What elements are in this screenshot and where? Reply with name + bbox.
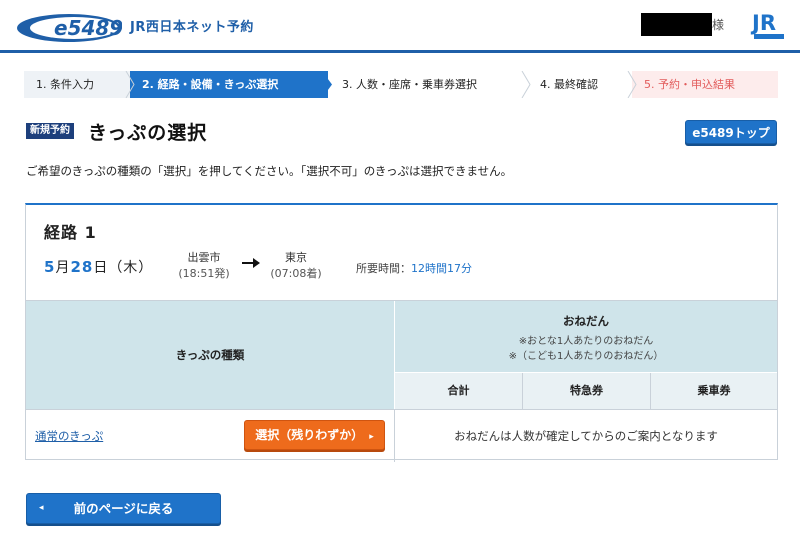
express-ticket-header: 特急券 xyxy=(523,373,651,409)
step-separator-icon xyxy=(627,71,637,98)
month: 5 xyxy=(44,258,56,276)
total-header: 合計 xyxy=(395,373,523,409)
step-label: 2. 経路・設備・きっぷ選択 xyxy=(142,78,279,91)
select-ticket-button[interactable]: 選択（残りわずか） ▸ xyxy=(244,420,385,450)
day: 28 xyxy=(70,258,94,276)
step-label: 5. 予約・申込結果 xyxy=(644,78,735,91)
day-unit: 日 xyxy=(93,260,109,276)
route-title: 経路 1 xyxy=(44,223,97,242)
arrival-station-name: 東京 xyxy=(285,251,307,264)
step-1: 1. 条件入力 xyxy=(24,71,135,98)
user-name-redacted xyxy=(641,13,712,36)
step-label: 4. 最終確認 xyxy=(540,78,598,91)
price-note-child: ※（こども1人あたりのおねだん） xyxy=(508,351,664,362)
site-header: e5489 JR西日本ネット予約 様 JR xyxy=(0,0,800,53)
price-message: おねだんは人数が確定してからのご案内となります xyxy=(454,429,718,443)
select-button-label: 選択（残りわずか） xyxy=(255,428,364,442)
instruction-text: ご希望のきっぷの種類の「選択」を押してください。「選択不可」のきっぷは選択できま… xyxy=(26,164,513,178)
step-separator-icon xyxy=(521,71,531,98)
travel-duration: 所要時間：12時間17分 xyxy=(356,260,472,276)
arrival-time: (07:08着) xyxy=(270,267,322,280)
back-button[interactable]: ◂ 前のページに戻る xyxy=(26,493,221,524)
ticket-type-header: きっぷの種類 xyxy=(26,301,395,409)
step-2: 2. 経路・設備・きっぷ選択 xyxy=(130,71,332,98)
step-4: 4. 最終確認 xyxy=(528,71,637,98)
ticket-type-link[interactable]: 通常のきっぷ xyxy=(35,428,103,444)
fare-ticket-header: 乗車券 xyxy=(651,373,777,409)
back-button-label: 前のページに戻る xyxy=(73,501,174,516)
arrival-station: 東京 (07:08着) xyxy=(266,250,326,282)
departure-station: 出雲市 (18:51発) xyxy=(174,250,234,282)
price-note-adult: ※おとな1人あたりのおねだん xyxy=(518,336,654,347)
route-panel: 経路 1 5月28日（木） 出雲市 (18:51発) 東京 (07:08着) 所… xyxy=(25,203,778,462)
e5489-logo[interactable]: e5489 xyxy=(16,10,122,44)
ticket-cell: 通常のきっぷ 選択（残りわずか） ▸ xyxy=(26,410,395,462)
table-row: 通常のきっぷ 選択（残りわずか） ▸ おねだんは人数が確定してからのご案内となりま… xyxy=(26,409,777,462)
e5489-top-button[interactable]: e5489トップ xyxy=(685,120,777,144)
step-label: 3. 人数・座席・乗車券選択 xyxy=(342,78,477,91)
arrow-right-icon xyxy=(242,258,260,268)
chevron-right-icon: ▸ xyxy=(369,432,374,442)
price-header-title: おねだん xyxy=(563,314,609,328)
step-separator-icon xyxy=(125,71,135,98)
progress-steps: 1. 条件入力 2. 経路・設備・きっぷ選択 3. 人数・座席・乗車券選択 4.… xyxy=(24,71,778,98)
duration-label: 所要時間： xyxy=(356,262,411,275)
ticket-table: きっぷの種類 おねだん ※おとな1人あたりのおねだん ※（こども1人あたりのおね… xyxy=(26,300,777,462)
step-label: 1. 条件入力 xyxy=(36,78,94,91)
svg-text:JR: JR xyxy=(750,11,776,35)
duration-value: 12時間17分 xyxy=(411,262,472,275)
step-5: 5. 予約・申込結果 xyxy=(632,71,778,98)
header-divider xyxy=(0,50,800,53)
step-arrow-icon xyxy=(322,71,332,98)
jr-west-logo: JR xyxy=(750,11,784,39)
page-title: きっぷの選択 xyxy=(88,122,208,144)
departure-time: (18:51発) xyxy=(178,267,230,280)
weekday: （木） xyxy=(108,260,154,276)
new-reservation-badge: 新規予約 xyxy=(26,123,74,139)
logo-text: e5489 xyxy=(54,16,122,40)
user-suffix: 様 xyxy=(712,18,725,32)
price-header: おねだん ※おとな1人あたりのおねだん ※（こども1人あたりのおねだん） xyxy=(395,301,777,373)
departure-station-name: 出雲市 xyxy=(187,251,221,264)
step-3: 3. 人数・座席・乗車券選択 xyxy=(330,71,531,98)
route-date: 5月28日（木） xyxy=(44,257,153,277)
site-name: JR西日本ネット予約 xyxy=(130,20,254,35)
month-unit: 月 xyxy=(55,260,71,276)
